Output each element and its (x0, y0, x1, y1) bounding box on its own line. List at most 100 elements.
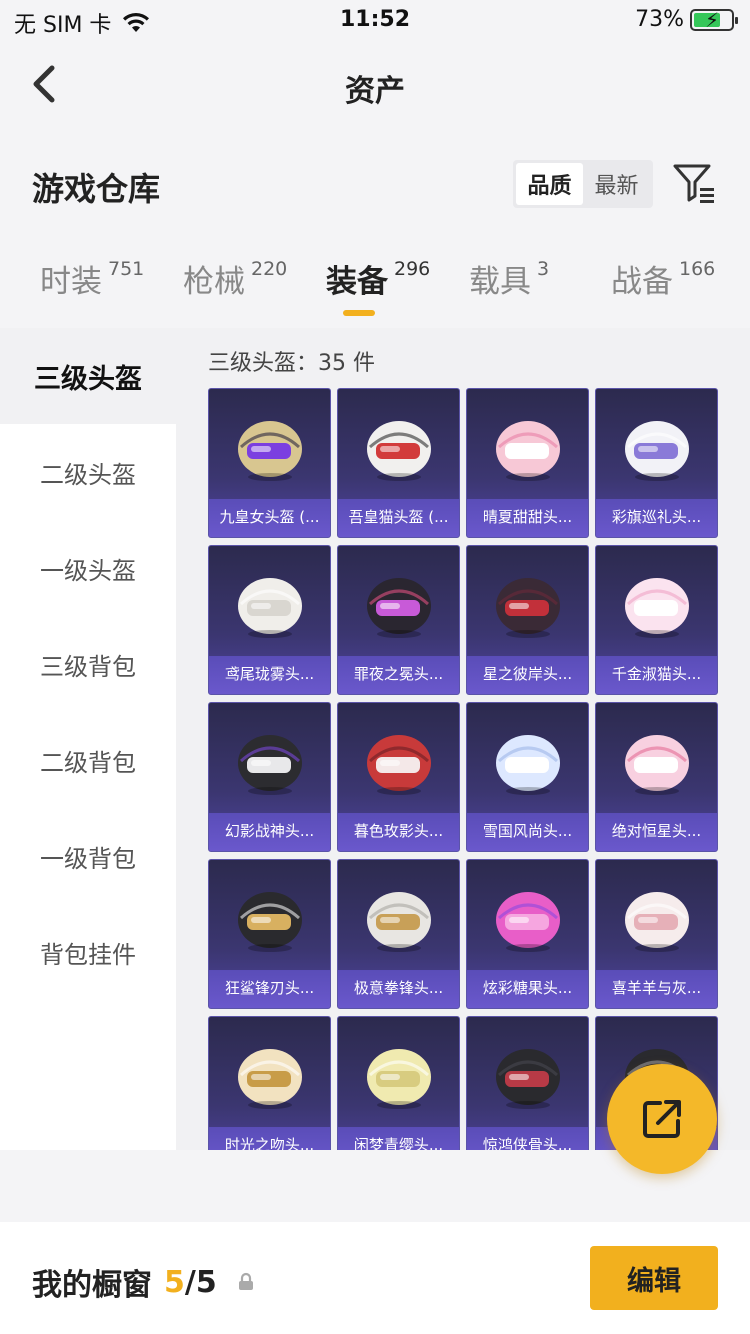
showcase-max-count: 5 (195, 1264, 217, 1300)
lock-icon (238, 1272, 253, 1290)
item-name: 星之彼岸头... (482, 665, 573, 683)
item-card[interactable]: 惊鸿侠骨头... (466, 1016, 589, 1150)
tab-label: 时装 (40, 264, 102, 300)
filter-button[interactable] (672, 162, 716, 206)
item-card[interactable]: 九皇女头盔 (... (208, 388, 331, 538)
tab-combat-gear[interactable]: 战备 166 (611, 256, 715, 301)
item-card[interactable]: 狂鲨锋刃头... (208, 859, 331, 1009)
item-card[interactable]: 幻影战神头... (208, 702, 331, 852)
item-card[interactable]: 罪夜之冕头... (337, 545, 460, 695)
filter-list-icon (673, 164, 714, 203)
tab-vehicles[interactable]: 载具 3 (469, 256, 549, 301)
item-card[interactable]: 暮色玫影头... (337, 702, 460, 852)
item-name: 雪国风尚头... (482, 822, 573, 840)
helmet-icon (496, 1049, 560, 1109)
item-name: 九皇女头盔 (... (219, 508, 320, 526)
item-name: 暮色玫影头... (353, 822, 444, 840)
item-name: 极意拳锋头... (353, 979, 444, 997)
nav-bar: 资产 (0, 50, 750, 120)
item-card[interactable]: 闲梦青缨头... (337, 1016, 460, 1150)
item-name: 炫彩糖果头... (482, 979, 573, 997)
showcase-label: 我的橱窗 (32, 1268, 152, 1303)
helmet-icon (367, 735, 431, 795)
edit-button[interactable]: 编辑 (590, 1246, 718, 1310)
helmet-icon (367, 578, 431, 638)
status-bar: 无 SIM 卡 11:52 73% ⚡ (0, 0, 750, 44)
item-card[interactable]: 星之彼岸头... (466, 545, 589, 695)
sort-option-latest[interactable]: 最新 (583, 163, 650, 205)
share-external-icon (643, 1100, 681, 1138)
item-card[interactable]: 雪国风尚头... (466, 702, 589, 852)
category-tabs: 时装 751 枪械 220 装备 296 载具 3 战备 166 (0, 256, 750, 320)
tab-label: 枪械 (183, 264, 245, 300)
helmet-icon (367, 892, 431, 952)
item-name: 吾皇猫头盔 (... (348, 508, 449, 526)
item-name: 时光之吻头... (224, 1136, 315, 1150)
helmet-icon (367, 421, 431, 481)
helmet-icon (625, 892, 689, 952)
helmet-icon (625, 735, 689, 795)
item-name: 鸢尾珑雾头... (224, 665, 315, 683)
item-name: 千金淑猫头... (611, 665, 702, 683)
helmet-icon (496, 578, 560, 638)
active-tab-indicator (343, 310, 375, 316)
sort-option-quality[interactable]: 品质 (516, 163, 583, 205)
sidebar-item-level2-helmet[interactable]: 二级头盔 (0, 424, 176, 520)
item-grid-panel: 三级头盔：35 件 九皇女头盔 (... 吾皇猫头盔 (... 晴夏甜甜头... 彩旗… (176, 328, 750, 1150)
tab-equipment[interactable]: 装备 296 (326, 256, 430, 301)
item-card[interactable]: 极意拳锋头... (337, 859, 460, 1009)
helmet-icon (625, 421, 689, 481)
battery-charging-icon: ⚡ (690, 8, 738, 32)
item-card[interactable]: 彩旗巡礼头... (595, 388, 718, 538)
showcase-label-group: 我的橱窗 5 / 5 (32, 1260, 255, 1304)
sub-category-sidebar: 三级头盔 二级头盔 一级头盔 三级背包 二级背包 一级背包 背包挂件 (0, 328, 176, 1150)
item-name: 幻影战神头... (224, 822, 315, 840)
tab-firearms[interactable]: 枪械 220 (183, 256, 287, 301)
item-card[interactable]: 千金淑猫头... (595, 545, 718, 695)
sort-toggle: 品质 最新 (513, 160, 653, 208)
tab-label: 装备 (326, 264, 388, 300)
section-title: 游戏仓库 (32, 170, 161, 208)
item-card[interactable]: 晴夏甜甜头... (466, 388, 589, 538)
sidebar-item-level1-helmet[interactable]: 一级头盔 (0, 520, 176, 616)
item-card[interactable]: 吾皇猫头盔 (... (337, 388, 460, 538)
item-card[interactable]: 喜羊羊与灰... (595, 859, 718, 1009)
tab-count: 3 (537, 258, 550, 280)
share-button[interactable] (607, 1064, 717, 1174)
helmet-icon (238, 578, 302, 638)
tab-label: 载具 (469, 264, 531, 300)
helmet-icon (496, 892, 560, 952)
item-name: 绝对恒星头... (611, 822, 702, 840)
showcase-current-count: 5 (164, 1264, 185, 1300)
item-name: 喜羊羊与灰... (611, 979, 702, 997)
battery-percent: 73% (635, 7, 684, 32)
item-name: 彩旗巡礼头... (611, 508, 702, 526)
item-card[interactable]: 鸢尾珑雾头... (208, 545, 331, 695)
tab-fashion[interactable]: 时装 751 (40, 256, 144, 301)
tab-count: 751 (108, 258, 145, 280)
helmet-icon (238, 1049, 302, 1109)
item-card[interactable]: 时光之吻头... (208, 1016, 331, 1150)
item-card[interactable]: 炫彩糖果头... (466, 859, 589, 1009)
sidebar-item-level3-helmet[interactable]: 三级头盔 (0, 328, 176, 424)
showcase-separator: / (184, 1264, 196, 1300)
page-title: 资产 (345, 74, 405, 109)
item-name: 罪夜之冕头... (353, 665, 444, 683)
sidebar-item-level2-backpack[interactable]: 二级背包 (0, 712, 176, 808)
helmet-icon (496, 735, 560, 795)
sidebar-item-backpack-charm[interactable]: 背包挂件 (0, 904, 176, 1000)
showcase-bar: 我的橱窗 5 / 5 编辑 (0, 1222, 750, 1334)
item-count-label: 三级头盔：35 件 (208, 351, 375, 376)
item-card[interactable]: 绝对恒星头... (595, 702, 718, 852)
item-name: 闲梦青缨头... (353, 1136, 444, 1150)
helmet-icon (625, 578, 689, 638)
sidebar-item-level1-backpack[interactable]: 一级背包 (0, 808, 176, 904)
helmet-icon (367, 1049, 431, 1109)
helmet-icon (238, 735, 302, 795)
helmet-icon (238, 892, 302, 952)
sidebar-item-level3-backpack[interactable]: 三级背包 (0, 616, 176, 712)
tab-count: 296 (394, 258, 431, 280)
helmet-icon (496, 421, 560, 481)
helmet-icon (238, 421, 302, 481)
item-name: 晴夏甜甜头... (482, 508, 573, 526)
